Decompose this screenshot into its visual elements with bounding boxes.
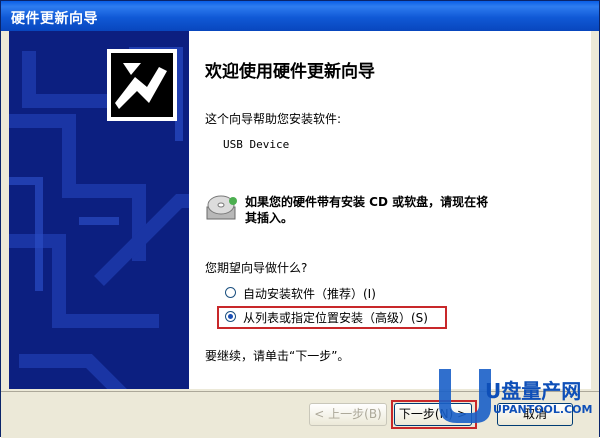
wizard-content: 欢迎使用硬件更新向导 这个向导帮助您安装软件: USB Device 如果您的硬… — [189, 31, 591, 389]
option-auto-install-radio[interactable] — [225, 287, 236, 298]
option-list-install-radio[interactable] — [225, 311, 236, 322]
continue-hint: 要继续，请单击“下一步”。 — [205, 349, 350, 363]
page-heading: 欢迎使用硬件更新向导 — [205, 62, 375, 82]
wizard-logo-icon — [107, 49, 177, 121]
question-text: 您期望向导做什么? — [205, 261, 308, 275]
title-bar[interactable]: 硬件更新向导 — [1, 1, 599, 31]
circuit-pattern-graphic — [9, 47, 189, 389]
cd-prompt-line1: 如果您的硬件带有安装 CD 或软盘，请现在将 — [245, 195, 489, 209]
option-auto-install-label[interactable]: 自动安装软件（推荐）(I) — [243, 285, 376, 302]
wizard-side-graphic — [9, 31, 189, 389]
wizard-window: 硬件更新向导 欢迎使用硬件更新向导 这个向导帮助您安装软件: USB Devic… — [0, 0, 600, 438]
watermark-brand: U盘量产网 — [485, 379, 582, 403]
cd-prompt-line2: 其插入。 — [245, 211, 294, 225]
option-list-install-label[interactable]: 从列表或指定位置安装（高级）(S) — [243, 309, 428, 326]
back-button[interactable]: < 上一步(B) — [309, 403, 387, 426]
radio-selected-dot — [228, 314, 233, 319]
device-name: USB Device — [223, 138, 290, 151]
watermark-url: UPANTOOL.COM — [493, 403, 593, 416]
intro-text: 这个向导帮助您安装软件: — [205, 112, 342, 126]
cd-disk-icon — [205, 189, 239, 227]
window-title: 硬件更新向导 — [11, 11, 98, 27]
watermark: U盘量产网 UPANTOOL.COM — [429, 367, 600, 427]
